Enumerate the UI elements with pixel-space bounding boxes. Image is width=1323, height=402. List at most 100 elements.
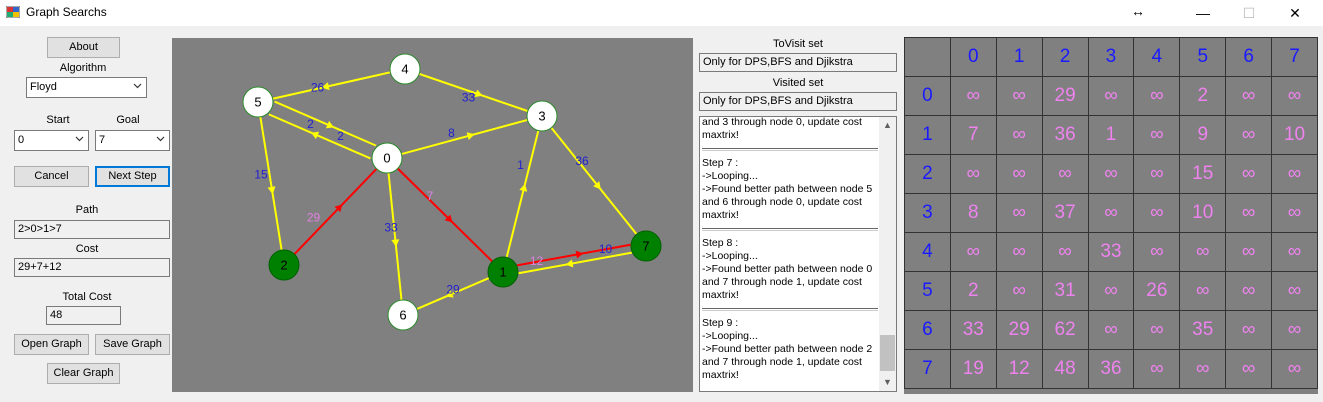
tovisit-field[interactable]: Only for DPS,BFS and Djikstra (699, 53, 897, 72)
matrix-cell[interactable]: ∞ (1133, 310, 1181, 350)
matrix-cell[interactable]: ∞ (949, 76, 997, 116)
graph-canvas[interactable]: 26 33 2 2 15 8 1 36 33 29 29 7 12 10 0 1 2 3 4 5 6 7 (172, 38, 693, 392)
matrix-cell[interactable]: 2 (1179, 76, 1227, 116)
matrix-cell[interactable]: ∞ (1271, 232, 1318, 272)
cancel-button[interactable]: Cancel (14, 166, 89, 187)
matrix-cell[interactable]: ∞ (1225, 154, 1273, 194)
matrix-cell[interactable]: 36 (1041, 115, 1089, 155)
matrix-cell[interactable]: ∞ (1271, 349, 1318, 389)
scroll-up-icon[interactable]: ▲ (879, 117, 896, 134)
matrix-cell[interactable]: ∞ (1041, 154, 1089, 194)
matrix-cell[interactable]: ∞ (1133, 76, 1181, 116)
matrix-cell[interactable]: 62 (1041, 310, 1089, 350)
matrix-cell[interactable]: 33 (1087, 232, 1135, 272)
matrix-cell[interactable]: ∞ (1225, 310, 1273, 350)
matrix-cell[interactable]: ∞ (1133, 349, 1181, 389)
log-scrollbar[interactable]: ▲ ▼ (879, 117, 896, 391)
close-button[interactable]: ✕ (1272, 0, 1318, 26)
matrix-cell[interactable]: ∞ (1225, 115, 1273, 155)
matrix-cell[interactable]: ∞ (949, 154, 997, 194)
matrix-cell[interactable]: 33 (949, 310, 997, 350)
matrix-cell[interactable]: 48 (1041, 349, 1089, 389)
matrix-cell[interactable]: ∞ (1133, 115, 1181, 155)
matrix-cell[interactable]: ∞ (1271, 310, 1318, 350)
path-field[interactable]: 2>0>1>7 (14, 220, 170, 239)
matrix-cell[interactable]: 29 (1041, 76, 1089, 116)
matrix-cell[interactable]: 35 (1179, 310, 1227, 350)
about-button[interactable]: About (47, 37, 120, 58)
matrix-cell[interactable]: ∞ (1179, 271, 1227, 311)
matrix-cell[interactable]: ∞ (995, 76, 1043, 116)
matrix-cell[interactable]: ∞ (949, 232, 997, 272)
matrix-cell[interactable]: ∞ (1179, 232, 1227, 272)
matrix-cell[interactable]: ∞ (1225, 349, 1273, 389)
next-step-button[interactable]: Next Step (95, 166, 170, 187)
minimize-button[interactable]: — (1180, 0, 1226, 26)
matrix-cell[interactable]: ∞ (1041, 232, 1089, 272)
matrix-cell[interactable]: ∞ (1271, 193, 1318, 233)
save-graph-button[interactable]: Save Graph (95, 334, 170, 355)
matrix-cell[interactable]: 26 (1133, 271, 1181, 311)
matrix-cell[interactable]: 36 (1087, 349, 1135, 389)
matrix-cell[interactable]: ∞ (995, 115, 1043, 155)
cost-matrix-grid[interactable]: 0 1 2 3 4 5 6 7 0 ∞ ∞ 29 ∞ ∞ 2 ∞ ∞ 1 7 ∞ 36 1 ∞ 9 ∞ 10 2 ∞ ∞ ∞ ∞ ∞ 15 ∞ ∞ 3… (904, 37, 1318, 394)
open-graph-button[interactable]: Open Graph (14, 334, 89, 355)
graph-edge-0-6[interactable] (387, 172, 403, 301)
matrix-cell[interactable]: ∞ (1087, 154, 1135, 194)
cost-field[interactable]: 29+7+12 (14, 258, 170, 277)
matrix-cell[interactable]: ∞ (1271, 271, 1318, 311)
scroll-down-icon[interactable]: ▼ (879, 374, 896, 391)
matrix-cell[interactable]: 9 (1179, 115, 1227, 155)
step-log[interactable]: and 3 through node 0, update cost maxtri… (699, 116, 897, 392)
matrix-cell[interactable]: 12 (995, 349, 1043, 389)
matrix-cell[interactable]: ∞ (1225, 193, 1273, 233)
graph-edge-3-7[interactable] (550, 127, 638, 235)
matrix-cell[interactable]: ∞ (1225, 76, 1273, 116)
matrix-cell[interactable]: ∞ (1133, 232, 1181, 272)
matrix-cell[interactable]: ∞ (1133, 193, 1181, 233)
matrix-cell[interactable]: ∞ (1225, 232, 1273, 272)
scroll-thumb[interactable] (880, 335, 895, 371)
log-entry: Step 8 : ->Looping... ->Found better path … (702, 237, 873, 301)
graph-edge-0-1[interactable] (396, 167, 494, 263)
matrix-cell[interactable]: 1 (1087, 115, 1135, 155)
matrix-cell[interactable]: ∞ (995, 271, 1043, 311)
log-entry: Step 7 : ->Looping... ->Found better path … (702, 157, 873, 221)
matrix-cell[interactable]: ∞ (1087, 76, 1135, 116)
graph-edge-1-3[interactable] (505, 130, 540, 258)
matrix-cell[interactable]: ∞ (1271, 154, 1318, 194)
algorithm-select[interactable]: Floyd (26, 77, 147, 98)
matrix-cell[interactable]: 7 (949, 115, 997, 155)
matrix-cell[interactable]: 19 (949, 349, 997, 389)
matrix-cell[interactable]: ∞ (1133, 154, 1181, 194)
matrix-cell[interactable]: 8 (949, 193, 997, 233)
clear-graph-button[interactable]: Clear Graph (47, 363, 120, 384)
graph-edge-4-5[interactable] (272, 71, 391, 100)
matrix-cell[interactable]: 31 (1041, 271, 1089, 311)
graph-edge-0-3[interactable] (401, 118, 528, 156)
start-select[interactable]: 0 (14, 130, 89, 151)
matrix-cell[interactable]: 15 (1179, 154, 1227, 194)
graph-drawing[interactable]: 2633221581 363329297121001234567 (172, 38, 693, 392)
matrix-cell[interactable]: ∞ (1271, 76, 1318, 116)
matrix-cell[interactable]: ∞ (1179, 349, 1227, 389)
matrix-cell[interactable]: 10 (1179, 193, 1227, 233)
matrix-cell[interactable]: ∞ (995, 232, 1043, 272)
visited-label: Visited set (772, 77, 824, 89)
matrix-cell[interactable]: ∞ (995, 193, 1043, 233)
graph-edge-5-2[interactable] (259, 116, 283, 251)
maximize-button[interactable]: ☐ (1226, 0, 1272, 26)
goal-select[interactable]: 7 (95, 130, 170, 151)
matrix-cell[interactable]: ∞ (1087, 193, 1135, 233)
matrix-cell[interactable]: 2 (949, 271, 997, 311)
matrix-cell[interactable]: ∞ (1087, 310, 1135, 350)
graph-node-label: 2 (280, 258, 287, 273)
matrix-cell[interactable]: 37 (1041, 193, 1089, 233)
matrix-cell[interactable]: ∞ (1087, 271, 1135, 311)
matrix-cell[interactable]: ∞ (995, 154, 1043, 194)
matrix-cell[interactable]: ∞ (1225, 271, 1273, 311)
matrix-cell[interactable]: 10 (1271, 115, 1318, 155)
visited-field[interactable]: Only for DPS,BFS and Djikstra (699, 92, 897, 111)
matrix-cell[interactable]: 29 (995, 310, 1043, 350)
total-cost-field[interactable]: 48 (46, 306, 121, 325)
